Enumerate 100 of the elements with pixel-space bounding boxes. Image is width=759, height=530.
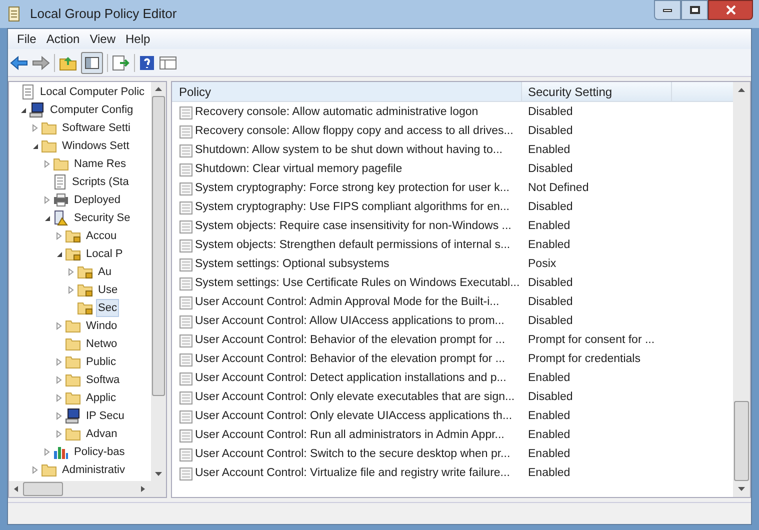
- expanded-arrow-icon[interactable]: [20, 106, 26, 114]
- folder-icon: [65, 427, 81, 441]
- tree-item[interactable]: Software Setti: [60, 119, 132, 137]
- tree-item[interactable]: Netwo: [84, 335, 120, 353]
- collapsed-arrow-icon[interactable]: [56, 358, 62, 366]
- tree-item[interactable]: Local Computer Polic: [38, 83, 147, 101]
- security-setting: Enabled: [527, 446, 570, 462]
- collapsed-arrow-icon[interactable]: [56, 232, 62, 240]
- collapsed-arrow-icon[interactable]: [44, 160, 50, 168]
- folder-icon: [53, 157, 69, 171]
- collapsed-arrow-icon[interactable]: [44, 196, 50, 204]
- security-setting: Disabled: [527, 314, 573, 329]
- policy-name: System objects: Strengthen default permissions of internal s...: [195, 238, 510, 253]
- expanded-arrow-icon[interactable]: [32, 142, 38, 150]
- folder-up-icon[interactable]: [59, 54, 77, 70]
- collapsed-arrow-icon[interactable]: [68, 268, 74, 276]
- vertical-scrollbar[interactable]: [733, 82, 750, 497]
- tree-item[interactable]: Name Res: [72, 155, 128, 173]
- close-icon: [726, 5, 736, 15]
- collapsed-arrow-icon[interactable]: [32, 466, 38, 474]
- policy-name: User Account Control: Admin Approval Mode for the Built-i...: [195, 294, 500, 310]
- bar-chart-icon: [53, 445, 69, 459]
- policy-name: User Account Control: Behavior of the elevation prompt for ...: [195, 332, 506, 348]
- policy-name: Recovery console: Allow floppy copy and access to all drives...: [195, 124, 514, 139]
- policy-icon: [179, 296, 193, 310]
- policy-icon: [179, 124, 193, 138]
- menu-item[interactable]: View: [84, 30, 120, 48]
- tree-item[interactable]: Sec: [96, 299, 119, 317]
- tree-item[interactable]: Applic: [84, 389, 118, 407]
- minimize-button[interactable]: [654, 0, 681, 20]
- close-button[interactable]: [708, 0, 753, 20]
- column-header[interactable]: Policy: [172, 82, 522, 101]
- column-header[interactable]: Security Setting: [522, 82, 672, 101]
- lock-folder-icon: [65, 247, 81, 261]
- tree-item[interactable]: Local P: [84, 245, 125, 263]
- policy-icon: [179, 144, 193, 158]
- policy-icon: [179, 106, 193, 120]
- policy-icon: [179, 410, 193, 424]
- maximize-button[interactable]: [681, 0, 708, 20]
- tree-item[interactable]: Windows Sett: [60, 137, 132, 155]
- horizontal-scrollbar[interactable]: [9, 481, 166, 497]
- security-setting: Posix: [527, 256, 556, 272]
- collapsed-arrow-icon[interactable]: [56, 430, 62, 438]
- collapsed-arrow-icon[interactable]: [56, 412, 62, 420]
- collapsed-arrow-icon[interactable]: [32, 124, 38, 132]
- tree-item[interactable]: Security Se: [72, 209, 132, 227]
- back-arrow-icon[interactable]: [10, 56, 28, 70]
- collapsed-arrow-icon[interactable]: [56, 394, 62, 402]
- security-setting: Disabled: [527, 276, 573, 291]
- policy-name: User Account Control: Allow UIAccess applications to prom...: [195, 314, 504, 329]
- scroll-thumb[interactable]: [734, 401, 749, 481]
- window-panel-icon[interactable]: [159, 56, 177, 70]
- security-setting: Enabled: [527, 466, 570, 481]
- expanded-arrow-icon[interactable]: [56, 250, 62, 258]
- security-setting: Enabled: [527, 238, 570, 253]
- tree-item[interactable]: Administrativ: [60, 461, 127, 479]
- policy-name: Recovery console: Allow automatic administrative logon: [195, 104, 478, 120]
- tree-item[interactable]: Accou: [84, 227, 119, 245]
- policy-icon: [179, 200, 193, 214]
- menu-item[interactable]: Action: [41, 30, 85, 48]
- security-setting: Prompt for credentials: [527, 352, 640, 367]
- expanded-arrow-icon[interactable]: [44, 214, 50, 222]
- lock-folder-icon: [77, 301, 93, 315]
- lock-folder-icon: [77, 283, 93, 297]
- menu-item[interactable]: Help: [120, 30, 156, 48]
- script-icon: [53, 174, 67, 190]
- menu-item[interactable]: File: [12, 30, 42, 48]
- collapsed-arrow-icon[interactable]: [44, 448, 50, 456]
- window-title: Local Group Policy Editor: [30, 5, 177, 24]
- security-setting: Prompt for consent for ...: [527, 332, 655, 348]
- help-icon[interactable]: [139, 54, 155, 70]
- show-tree-button[interactable]: [81, 52, 103, 74]
- vertical-scrollbar[interactable]: [151, 82, 166, 481]
- tree-item[interactable]: Deployed: [72, 191, 122, 209]
- computer-icon: [29, 102, 45, 118]
- collapsed-arrow-icon[interactable]: [56, 376, 62, 384]
- collapsed-arrow-icon[interactable]: [68, 286, 74, 294]
- tree-item[interactable]: Use: [96, 281, 120, 299]
- tree-pane-icon: [85, 56, 99, 68]
- tree-item[interactable]: Public: [84, 353, 118, 371]
- collapsed-arrow-icon[interactable]: [56, 322, 62, 330]
- security-setting: Disabled: [527, 390, 573, 405]
- tree-item[interactable]: Policy-bas: [72, 443, 127, 461]
- scroll-thumb[interactable]: [152, 96, 165, 396]
- tree-item[interactable]: Softwa: [84, 371, 122, 389]
- policy-icon: [179, 220, 193, 234]
- tree-item[interactable]: IP Secu: [84, 407, 126, 425]
- tree-item[interactable]: Advan: [84, 425, 120, 443]
- security-setting: Enabled: [527, 218, 570, 234]
- export-list-icon[interactable]: [112, 54, 130, 70]
- tree-item[interactable]: Au: [96, 263, 114, 281]
- policy-icon: [179, 258, 193, 272]
- security-setting: Disabled: [527, 104, 573, 120]
- scroll-thumb[interactable]: [23, 482, 63, 496]
- policy-icon: [179, 182, 193, 196]
- tree-item[interactable]: Scripts (Sta: [70, 173, 131, 191]
- forward-arrow-icon[interactable]: [32, 56, 50, 70]
- security-setting: Enabled: [527, 408, 570, 424]
- tree-item[interactable]: Computer Config: [48, 101, 136, 119]
- tree-item[interactable]: Windo: [84, 317, 120, 335]
